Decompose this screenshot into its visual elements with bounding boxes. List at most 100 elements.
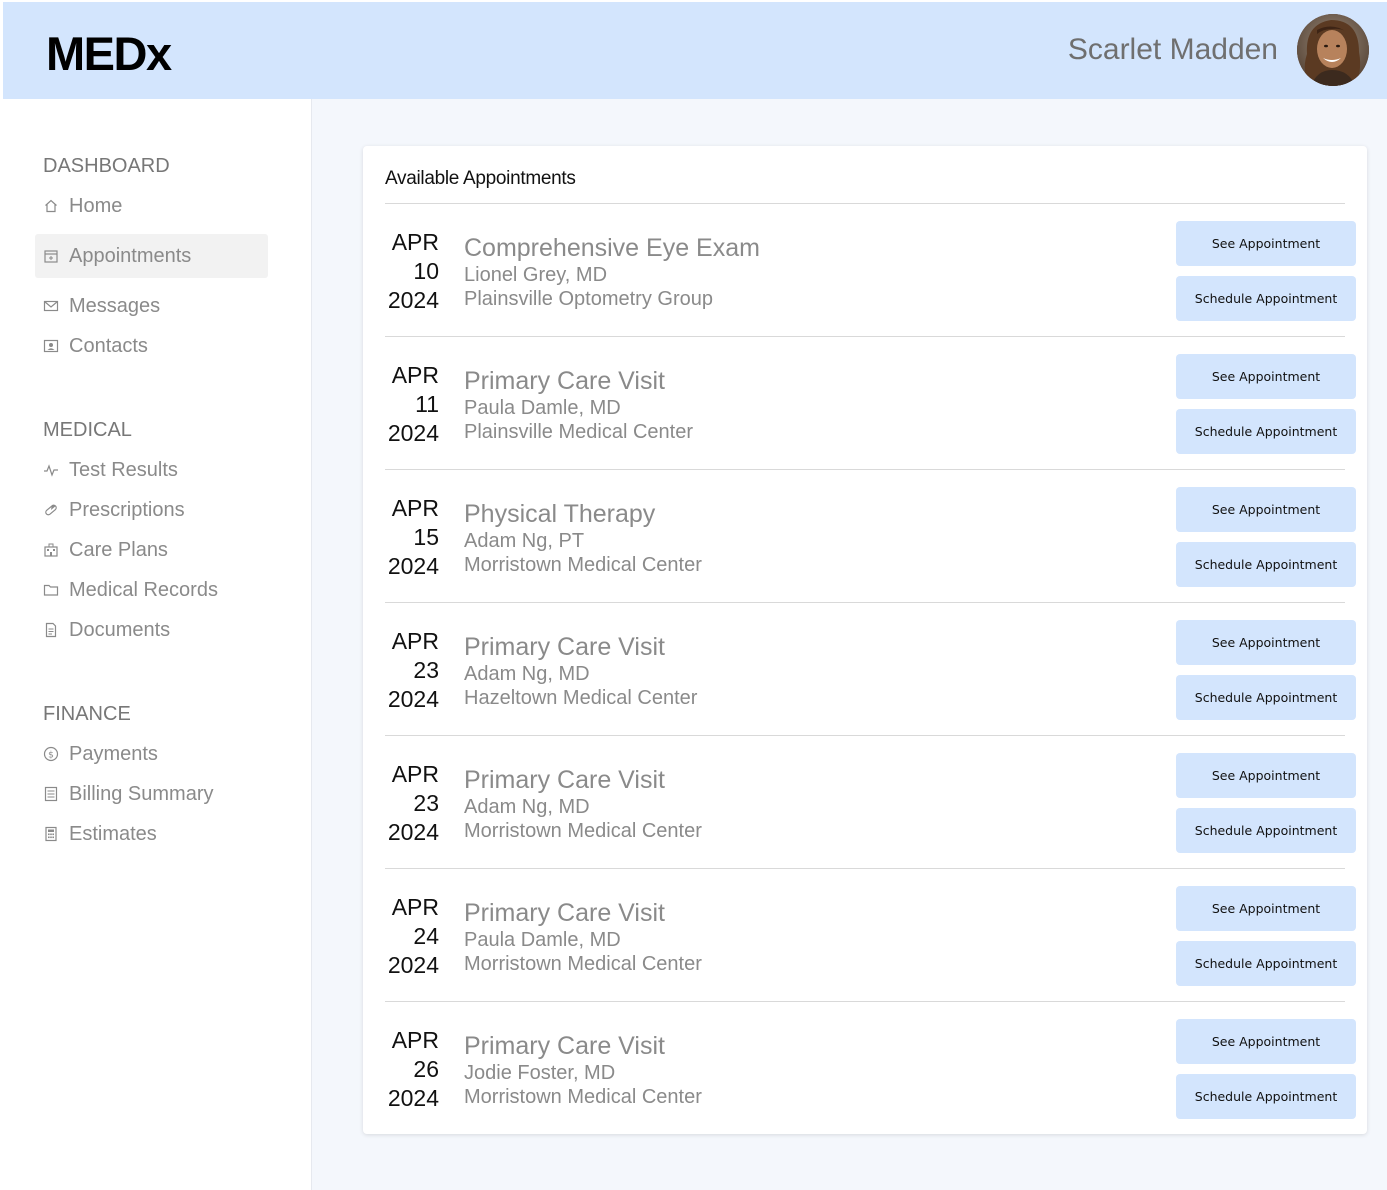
hospital-icon xyxy=(43,542,59,558)
sidebar-item-label: Test Results xyxy=(69,458,178,481)
sidebar-item-home[interactable]: Home xyxy=(35,184,268,228)
see-appointment-button[interactable]: See Appointment xyxy=(1176,221,1356,266)
home-icon xyxy=(43,198,59,214)
app-logo[interactable]: MEDx xyxy=(46,26,172,81)
schedule-appointment-button[interactable]: Schedule Appointment xyxy=(1176,675,1356,720)
calculator-icon xyxy=(43,826,59,842)
sidebar-item-label: Prescriptions xyxy=(69,498,185,521)
see-appointment-button[interactable]: See Appointment xyxy=(1176,1019,1356,1064)
see-appointment-button[interactable]: See Appointment xyxy=(1176,753,1356,798)
user-avatar-photo xyxy=(1297,14,1369,86)
schedule-appointment-button[interactable]: Schedule Appointment xyxy=(1176,542,1356,587)
appointment-title: Primary Care Visit xyxy=(464,367,665,395)
appointment-title: Primary Care Visit xyxy=(464,766,665,794)
appointment-location: Plainsville Optometry Group xyxy=(464,288,713,310)
appointment-date: APR 24 2024 xyxy=(385,893,439,980)
calendar-icon xyxy=(43,248,59,264)
sidebar-item-label: Messages xyxy=(69,294,161,317)
sidebar-item-contacts[interactable]: Contacts xyxy=(35,324,268,368)
date-month: APR xyxy=(391,229,439,255)
sidebar-item-test-results[interactable]: Test Results xyxy=(35,448,268,492)
date-year: 2024 xyxy=(387,553,439,579)
appointment-doctor: Paula Damle, MD xyxy=(464,929,621,951)
envelope-icon xyxy=(43,298,59,314)
appointment-location: Hazeltown Medical Center xyxy=(464,687,698,709)
schedule-appointment-button[interactable]: Schedule Appointment xyxy=(1176,808,1356,853)
pulse-icon xyxy=(43,462,59,478)
sidebar-item-appointments[interactable]: Appointments xyxy=(35,234,268,278)
appointment-date: APR 23 2024 xyxy=(385,627,439,714)
section-title-dashboard: DASHBOARD xyxy=(43,155,170,177)
appointment-row: APR 23 2024 Primary Care Visit Adam Ng, … xyxy=(385,603,1360,736)
appointment-doctor: Jodie Foster, MD xyxy=(464,1062,616,1084)
sidebar-item-label: Payments xyxy=(69,742,158,765)
sidebar-item-messages[interactable]: Messages xyxy=(35,284,268,328)
sidebar-item-medical-records[interactable]: Medical Records xyxy=(35,568,268,612)
date-day: 24 xyxy=(413,923,439,949)
see-appointment-button[interactable]: See Appointment xyxy=(1176,886,1356,931)
date-month: APR xyxy=(391,761,439,787)
appointment-title: Primary Care Visit xyxy=(464,633,665,661)
date-year: 2024 xyxy=(387,1085,439,1111)
svg-text:$: $ xyxy=(48,750,54,760)
document-icon xyxy=(43,622,59,638)
appointment-row: APR 23 2024 Primary Care Visit Adam Ng, … xyxy=(385,736,1360,869)
user-avatar[interactable] xyxy=(1297,14,1369,86)
sidebar-item-care-plans[interactable]: Care Plans xyxy=(35,528,268,572)
sidebar-item-label: Care Plans xyxy=(69,538,168,561)
receipt-icon xyxy=(43,786,59,802)
date-month: APR xyxy=(391,495,439,521)
appointment-location: Plainsville Medical Center xyxy=(464,421,693,443)
schedule-appointment-button[interactable]: Schedule Appointment xyxy=(1176,409,1356,454)
sidebar-item-label: Billing Summary xyxy=(69,782,214,805)
appointment-doctor: Adam Ng, PT xyxy=(464,530,585,552)
sidebar-item-label: Home xyxy=(69,194,123,217)
dollar-coin-icon: $ xyxy=(43,746,59,762)
sidebar-item-documents[interactable]: Documents xyxy=(35,608,268,652)
schedule-appointment-button[interactable]: Schedule Appointment xyxy=(1176,1074,1356,1119)
appointment-row: APR 26 2024 Primary Care Visit Jodie Fos… xyxy=(385,1002,1360,1135)
sidebar-item-prescriptions[interactable]: Prescriptions xyxy=(35,488,268,532)
see-appointment-button[interactable]: See Appointment xyxy=(1176,620,1356,665)
appointment-date: APR 23 2024 xyxy=(385,760,439,847)
appointment-title: Primary Care Visit xyxy=(464,899,665,927)
appointment-title: Physical Therapy xyxy=(464,500,656,528)
date-year: 2024 xyxy=(387,952,439,978)
see-appointment-button[interactable]: See Appointment xyxy=(1176,487,1356,532)
user-name[interactable]: Scarlet Madden xyxy=(1068,33,1278,67)
card-title: Available Appointments xyxy=(385,168,576,189)
appointment-date: APR 26 2024 xyxy=(385,1026,439,1113)
date-month: APR xyxy=(391,894,439,920)
date-month: APR xyxy=(391,362,439,388)
see-appointment-button[interactable]: See Appointment xyxy=(1176,354,1356,399)
sidebar-item-label: Documents xyxy=(69,618,171,641)
sidebar-item-estimates[interactable]: Estimates xyxy=(35,812,268,856)
date-day: 23 xyxy=(413,790,439,816)
date-month: APR xyxy=(391,1027,439,1053)
date-day: 26 xyxy=(413,1056,439,1082)
section-title-medical: MEDICAL xyxy=(43,419,132,441)
pill-icon xyxy=(43,502,59,518)
date-month: APR xyxy=(391,628,439,654)
appointment-doctor: Paula Damle, MD xyxy=(464,397,621,419)
sidebar-item-payments[interactable]: $ Payments xyxy=(35,732,268,776)
appointment-location: Morristown Medical Center xyxy=(464,820,702,842)
appointment-date: APR 10 2024 xyxy=(385,228,439,315)
appointment-title: Comprehensive Eye Exam xyxy=(464,234,760,262)
appointment-row: APR 10 2024 Comprehensive Eye Exam Lione… xyxy=(385,204,1360,337)
schedule-appointment-button[interactable]: Schedule Appointment xyxy=(1176,276,1356,321)
appointment-doctor: Adam Ng, MD xyxy=(464,663,590,685)
sidebar-item-label: Appointments xyxy=(69,244,192,267)
appointment-doctor: Lionel Grey, MD xyxy=(464,264,608,286)
top-header: MEDx Scarlet Madden xyxy=(3,2,1387,99)
appointment-title: Primary Care Visit xyxy=(464,1032,665,1060)
schedule-appointment-button[interactable]: Schedule Appointment xyxy=(1176,941,1356,986)
section-title-finance: FINANCE xyxy=(43,703,131,725)
sidebar-item-label: Medical Records xyxy=(69,578,218,601)
appointment-location: Morristown Medical Center xyxy=(464,1086,702,1108)
sidebar-item-label: Estimates xyxy=(69,822,157,845)
date-day: 10 xyxy=(413,258,439,284)
sidebar-item-label: Contacts xyxy=(69,334,148,357)
sidebar-item-billing-summary[interactable]: Billing Summary xyxy=(35,772,268,816)
date-year: 2024 xyxy=(387,686,439,712)
